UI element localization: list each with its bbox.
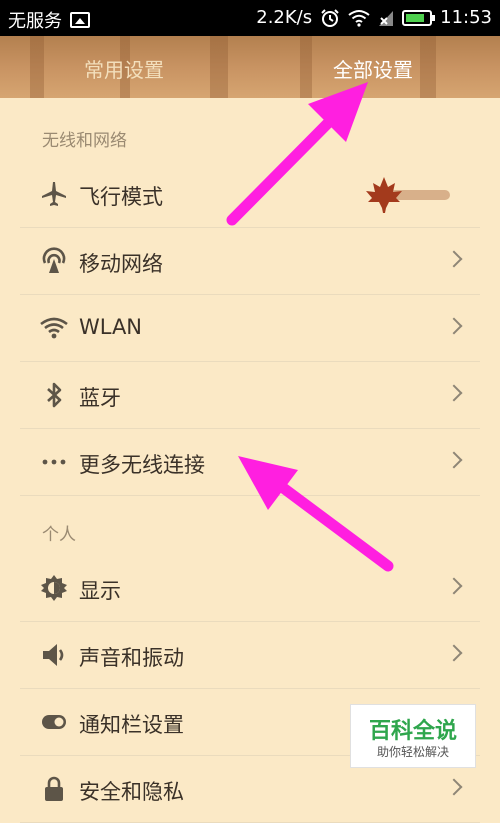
list-item-airplane-mode[interactable]: 飞行模式 xyxy=(20,161,480,228)
section-title-wireless: 无线和网络 xyxy=(42,131,127,151)
mobile-network-label: 移动网络 xyxy=(79,252,163,276)
clock-time: 11:53 xyxy=(440,7,492,28)
chevron-right-icon xyxy=(445,577,463,595)
notification-toggle-icon xyxy=(42,715,66,729)
speaker-icon xyxy=(43,644,64,666)
airplane-mode-label: 飞行模式 xyxy=(79,185,163,209)
watermark-title: 百科全说 xyxy=(368,719,457,744)
wifi-icon xyxy=(40,317,68,339)
gallery-notification-icon xyxy=(70,12,90,28)
list-item-mobile-network[interactable]: 移动网络 xyxy=(20,228,480,295)
wlan-label: WLAN xyxy=(79,315,143,339)
chevron-right-icon xyxy=(445,384,463,402)
list-item-wlan[interactable]: WLAN xyxy=(20,295,480,362)
cellular-icon xyxy=(42,247,66,273)
chevron-right-icon xyxy=(445,778,463,796)
more-dots-icon xyxy=(42,459,66,465)
alarm-icon xyxy=(321,8,339,27)
battery-icon xyxy=(402,9,436,26)
airplane-icon xyxy=(42,182,66,206)
status-bar: 无服务 2.2K/s 11:53 xyxy=(0,0,500,36)
brightness-icon xyxy=(41,575,67,601)
chevron-right-icon xyxy=(445,250,463,268)
network-speed: 2.2K/s xyxy=(256,7,313,28)
wifi-status-icon xyxy=(348,9,370,27)
tab-common-settings[interactable]: 常用设置 xyxy=(84,54,164,83)
bluetooth-label: 蓝牙 xyxy=(79,386,121,410)
sound-vibration-label: 声音和振动 xyxy=(79,646,184,670)
list-item-bluetooth[interactable]: 蓝牙 xyxy=(20,362,480,429)
bluetooth-icon xyxy=(47,382,62,408)
display-label: 显示 xyxy=(79,579,121,603)
carrier-text: 无服务 xyxy=(8,11,62,32)
notification-bar-label: 通知栏设置 xyxy=(79,713,184,737)
list-item-sound-vibration[interactable]: 声音和振动 xyxy=(20,622,480,689)
security-privacy-label: 安全和隐私 xyxy=(79,780,184,804)
list-item-more-wireless[interactable]: 更多无线连接 xyxy=(20,429,480,496)
chevron-right-icon xyxy=(445,644,463,662)
list-item-display[interactable]: 显示 xyxy=(20,555,480,622)
tab-all-settings[interactable]: 全部设置 xyxy=(333,54,413,83)
no-signal-icon xyxy=(379,10,394,26)
status-right: 2.2K/s 11:53 xyxy=(256,7,492,28)
airplane-mode-toggle[interactable] xyxy=(362,177,450,213)
maple-leaf-knob-icon xyxy=(366,177,402,213)
baike-watermark: 百科全说 助你轻松解决 xyxy=(350,704,476,768)
chevron-right-icon xyxy=(445,317,463,335)
section-title-personal: 个人 xyxy=(42,525,76,545)
lock-icon xyxy=(45,776,63,801)
settings-header: 常用设置 全部设置 xyxy=(0,36,500,98)
watermark-subtitle: 助你轻松解决 xyxy=(376,745,449,759)
status-left: 无服务 xyxy=(8,7,90,33)
more-wireless-label: 更多无线连接 xyxy=(79,453,205,477)
chevron-right-icon xyxy=(445,451,463,469)
